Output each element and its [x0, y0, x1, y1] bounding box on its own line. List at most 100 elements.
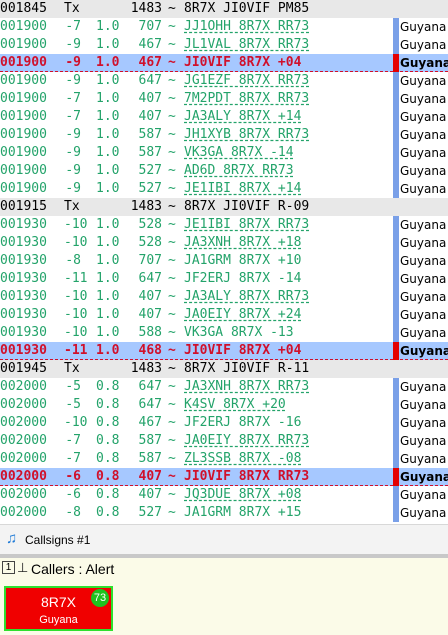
row-marker: [393, 468, 399, 486]
separator-cell: ~: [168, 37, 176, 52]
separator-cell: ~: [168, 91, 176, 106]
row-marker: [393, 72, 399, 90]
time-cell: 001945: [0, 361, 47, 376]
country-cell: Guyana: [400, 344, 448, 358]
country-cell: Guyana: [400, 146, 447, 160]
decode-row[interactable]: 001930 -10 1.0 588 ~ VK3GA 8R7X -13 Guyana: [0, 324, 448, 342]
freq-cell: 587: [138, 433, 162, 448]
separator-cell: ~: [168, 127, 176, 142]
separator-cell: ~: [168, 253, 176, 268]
message-cell: ZL3SSB 8R7X -08: [184, 451, 302, 466]
freq-cell: 407: [138, 487, 162, 502]
freq-cell: 407: [138, 91, 162, 106]
separator-cell: ~: [168, 73, 176, 88]
dt-cell: 0.8: [96, 415, 120, 430]
separator-cell: ~: [168, 19, 176, 34]
separator-cell: ~: [168, 145, 176, 160]
message-cell: 8R7X JI0VIF PM85: [184, 1, 310, 16]
time-cell: 001915: [0, 199, 47, 214]
decode-row[interactable]: 002000 -7 0.8 587 ~ JA0EIY 8R7X RR73 Guyana: [0, 432, 448, 450]
time-cell: 001900: [0, 19, 47, 34]
dt-cell: 1.0: [96, 289, 120, 304]
snr-cell: -11: [64, 343, 88, 358]
highlighted-decode-row[interactable]: 001900 -9 1.0 467 ~ JI0VIF 8R7X +04 Guyana: [0, 54, 448, 72]
decode-row[interactable]: 001930 -10 1.0 528 ~ JA3XNH 8R7X +18 Guyana: [0, 234, 448, 252]
message-cell: JF2ERJ 8R7X -14: [184, 271, 302, 286]
decode-row[interactable]: 001900 -7 1.0 407 ~ JA3ALY 8R7X +14 Guyana: [0, 108, 448, 126]
highlighted-decode-row[interactable]: 002000 -6 0.8 407 ~ JI0VIF 8R7X RR73 Guyana: [0, 468, 448, 486]
tx-row[interactable]: 001845 Tx 1483 ~8R7X JI0VIF PM85: [0, 0, 448, 18]
country-cell: Guyana: [400, 470, 448, 484]
row-marker: [393, 324, 399, 342]
separator-cell: ~: [168, 397, 176, 412]
decode-row[interactable]: 002000 -10 0.8 467 ~ JF2ERJ 8R7X -16 Guyana: [0, 414, 448, 432]
decode-row[interactable]: 001900 -9 1.0 527 ~ AD6D 8R7X RR73 Guyana: [0, 162, 448, 180]
decode-row[interactable]: 001900 -9 1.0 587 ~ JH1XYB 8R7X RR73 Guyana: [0, 126, 448, 144]
time-cell: 002000: [0, 451, 47, 466]
time-cell: 001900: [0, 37, 47, 52]
decode-row[interactable]: 001900 -7 1.0 707 ~ JJ1OHH 8R7X RR73 Guyana: [0, 18, 448, 36]
decode-row[interactable]: 001900 -9 1.0 647 ~ JG1EZF 8R7X RR73 Guyana: [0, 72, 448, 90]
row-marker: [393, 126, 399, 144]
time-cell: 002000: [0, 469, 47, 484]
message-cell: VK3GA 8R7X -13: [184, 325, 294, 340]
decode-row[interactable]: 001930 -11 1.0 647 ~ JF2ERJ 8R7X -14 Guyana: [0, 270, 448, 288]
highlighted-decode-row[interactable]: 001930 -11 1.0 468 ~ JI0VIF 8R7X +04 Guyana: [0, 342, 448, 360]
decode-row[interactable]: 001900 -9 1.0 527 ~ JE1IBI 8R7X +14 Guyana: [0, 180, 448, 198]
time-cell: 001930: [0, 235, 47, 250]
message-cell: JG1EZF 8R7X RR73: [184, 73, 310, 88]
panel-number-badge: 1: [2, 561, 15, 574]
snr-cell: -9: [65, 145, 81, 160]
decode-row[interactable]: 002000 -5 0.8 647 ~ JA3XNH 8R7X RR73 Guyana: [0, 378, 448, 396]
snr-cell: -7: [65, 19, 81, 34]
snr-cell: -10: [64, 289, 88, 304]
decode-row[interactable]: 001930 -10 1.0 528 ~ JE1IBI 8R7X RR73 Guyana: [0, 216, 448, 234]
caller-tile[interactable]: 8R7X Guyana 73: [4, 586, 113, 631]
decode-row[interactable]: 001930 -10 1.0 407 ~ JA3ALY 8R7X RR73 Guyana: [0, 288, 448, 306]
decode-row[interactable]: 002000 -8 0.8 527 ~ JA1GRM 8R7X +15 Guyana: [0, 504, 448, 522]
row-marker: [393, 36, 399, 54]
dt-cell: 1.0: [96, 19, 120, 34]
snr-cell: -5: [65, 397, 81, 412]
row-marker: [393, 144, 399, 162]
country-cell: Guyana: [400, 308, 447, 322]
freq-cell: 707: [138, 19, 162, 34]
tx-row[interactable]: 001915 Tx 1483 ~8R7X JI0VIF R-09: [0, 198, 448, 216]
snr-cell: -8: [65, 505, 81, 520]
freq-cell: 467: [138, 37, 162, 52]
separator-cell: ~: [168, 307, 176, 322]
decode-row[interactable]: 001930 -10 1.0 407 ~ JA0EIY 8R7X +24 Guyana: [0, 306, 448, 324]
decode-row[interactable]: 001900 -9 1.0 587 ~ VK3GA 8R7X -14 Guyana: [0, 144, 448, 162]
decode-row[interactable]: 002000 -7 0.8 587 ~ ZL3SSB 8R7X -08 Guyana: [0, 450, 448, 468]
callsigns-tab-label[interactable]: Callsigns #1: [25, 533, 90, 547]
message-cell: JI0VIF 8R7X +04: [184, 343, 302, 358]
freq-cell: 528: [138, 235, 162, 250]
freq-cell: 527: [138, 163, 162, 178]
dt-cell: 0.8: [96, 379, 120, 394]
decode-row[interactable]: 001900 -7 1.0 407 ~7M2PDT 8R7X RR73 Guyana: [0, 90, 448, 108]
snr-cell: -10: [64, 217, 88, 232]
decode-log: 001845 Tx 1483 ~8R7X JI0VIF PM85 001900 -7 1.0…: [0, 0, 448, 524]
freq-cell: 1483: [130, 361, 162, 376]
dt-cell: 1.0: [96, 55, 120, 70]
pin-icon[interactable]: ⊥: [17, 560, 28, 576]
decode-row[interactable]: 002000 -6 0.8 407 ~ JQ3DUE 8R7X +08 Guyana: [0, 486, 448, 504]
dt-cell: 1.0: [96, 181, 120, 196]
decode-row[interactable]: 002000 -5 0.8 647 ~ K4SV 8R7X +20 Guyana: [0, 396, 448, 414]
separator-cell: ~: [168, 379, 176, 394]
tx-row[interactable]: 001945 Tx 1483 ~8R7X JI0VIF R-11: [0, 360, 448, 378]
time-cell: 001900: [0, 145, 47, 160]
country-cell: Guyana: [400, 38, 447, 52]
country-cell: Guyana: [400, 74, 447, 88]
decode-row[interactable]: 001900 -9 1.0 467 ~ JL1VAL 8R7X RR73 Guyana: [0, 36, 448, 54]
music-note-icon: ♫: [6, 530, 18, 547]
callers-alert-panel: 1 ⊥ Callers : Alert 8R7X Guyana 73: [0, 558, 448, 635]
decode-row[interactable]: 001930 -8 1.0 707 ~ JA1GRM 8R7X +10 Guyana: [0, 252, 448, 270]
snr-cell: -9: [65, 163, 81, 178]
tx-mode-cell: Tx: [64, 1, 80, 16]
dt-cell: 1.0: [96, 145, 120, 160]
country-cell: Guyana: [400, 506, 447, 520]
freq-cell: 407: [138, 289, 162, 304]
callsigns-tab-strip[interactable]: ♫ Callsigns #1: [0, 524, 448, 555]
message-cell: JI0VIF 8R7X +04: [184, 55, 302, 70]
